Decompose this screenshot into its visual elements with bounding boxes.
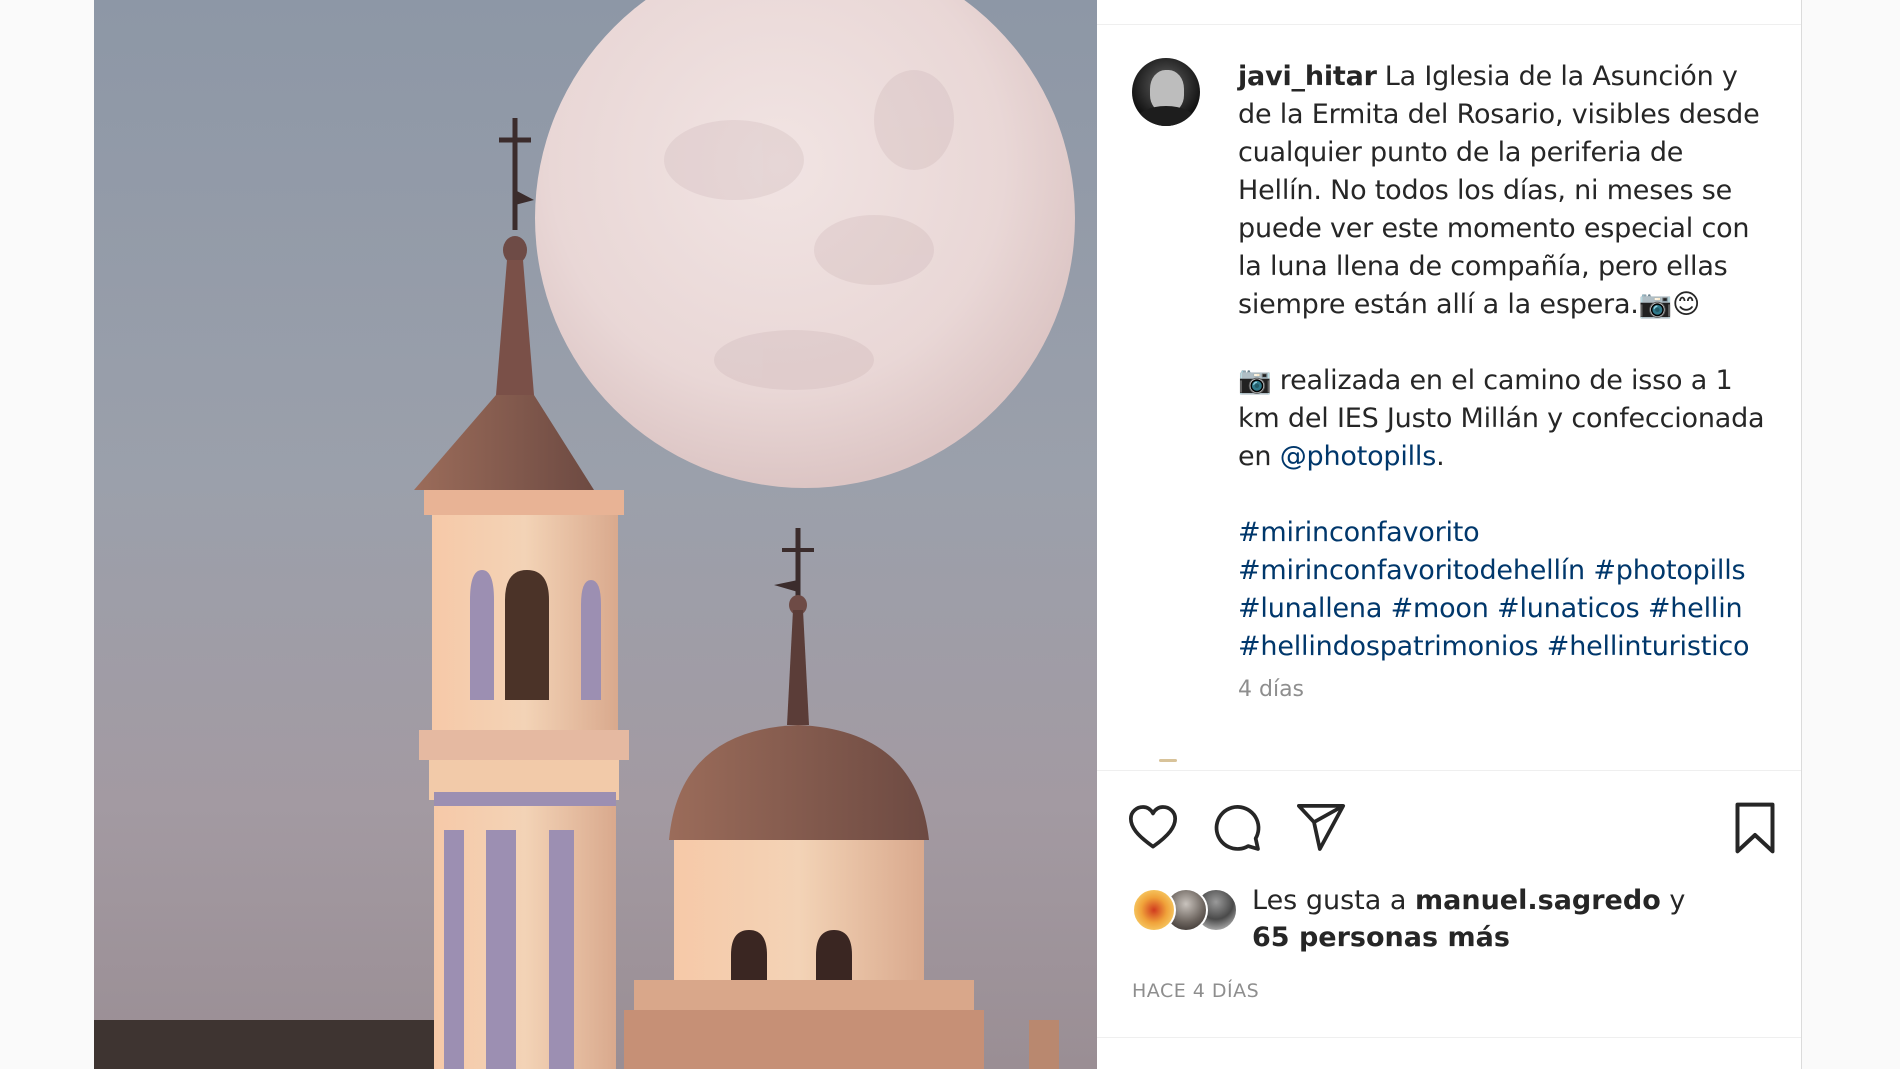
moon-and-bell-towers-image [94,0,1075,1069]
comment-button[interactable] [1209,800,1265,856]
author-username[interactable]: javi_hitar [1238,61,1377,92]
likes-text: Les gusta a manuel.sagredo y 65 personas… [1252,882,1685,956]
likes-count-link[interactable]: 65 personas más [1252,922,1510,953]
comment-box-divider [1097,1037,1801,1038]
hashtag-link[interactable]: #lunallena [1238,593,1382,624]
caption-spacer-2 [1238,476,1768,514]
ground [94,1020,434,1069]
comment-icon [1214,805,1261,851]
hashtag-link[interactable]: #lunaticos [1497,593,1640,624]
share-button[interactable] [1293,800,1349,856]
hashtag-link[interactable]: #mirinconfavorito [1238,517,1480,548]
hashtag-link[interactable]: #moon [1391,593,1489,624]
liker-avatar [1132,888,1176,932]
post-caption: javi_hitar La Iglesia de la Asunción y de… [1238,58,1768,666]
moon [535,0,1075,488]
hashtag-link[interactable]: #mirinconfavoritodehellín [1238,555,1585,586]
hashtag-list: #mirinconfavorito #mirinconfavoritodehel… [1238,514,1768,666]
likes-and: y [1669,885,1686,916]
action-bar [1097,800,1801,860]
liker-username-link[interactable]: manuel.sagredo [1415,885,1661,916]
hashtag-link[interactable]: #hellindospatrimonios [1238,631,1539,662]
post-side-panel: javi_hitar La Iglesia de la Asunción y de… [1097,0,1801,1069]
hashtag-link[interactable]: #hellin [1648,593,1743,624]
caption-timestamp[interactable]: 4 días [1238,677,1304,702]
photopills-mention-link[interactable]: @photopills [1280,441,1437,472]
avatar-shoulders [1136,106,1196,126]
heart-icon [1128,805,1178,849]
caption-text: La Iglesia de la Asunción y de la Ermita… [1238,61,1760,320]
like-button[interactable] [1125,800,1181,856]
instagram-post: javi_hitar La Iglesia de la Asunción y de… [94,0,1802,1069]
author-avatar[interactable] [1132,58,1200,126]
actions-divider [1097,770,1801,771]
hashtag-link[interactable]: #photopills [1593,555,1745,586]
likes-summary: Les gusta a manuel.sagredo y 65 personas… [1132,882,1772,962]
caption-period: . [1436,441,1445,472]
right-bell-tower [624,528,1059,1069]
likes-prefix: Les gusta a [1252,885,1407,916]
liker-avatars[interactable] [1132,888,1242,932]
save-button[interactable] [1727,800,1783,856]
hashtag-link[interactable]: #hellinturistico [1547,631,1750,662]
next-comment-avatar-edge [1159,759,1177,762]
panel-header [1097,0,1801,25]
post-photo[interactable] [94,0,1097,1069]
bookmark-icon [1735,802,1775,854]
post-timestamp[interactable]: HACE 4 DÍAS [1132,980,1259,1002]
paper-plane-icon [1296,803,1346,851]
